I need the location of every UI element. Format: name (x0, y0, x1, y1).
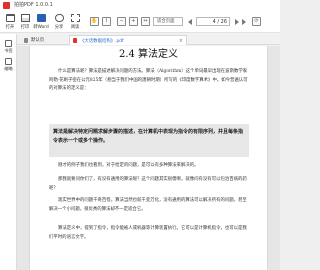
zoom-out-button[interactable]: − (117, 17, 126, 26)
print-label: 打印 (20, 25, 30, 30)
paragraph: 算法定义中，提到了指令，指令能被人或机器等计算装置执行。它可以是计算机指令，也可… (49, 226, 247, 240)
zoom-out-icon: − (119, 18, 124, 24)
app-title: 拍拍PDF 1.0.0.1 (14, 2, 53, 8)
bookmark-icon (5, 40, 12, 47)
share-label: 分享 (54, 25, 64, 30)
print-icon (20, 14, 30, 22)
tab-bar: 默认页 《大话数据结构》.pdf × (17, 34, 280, 45)
view-icon (70, 14, 80, 22)
zoom-in-button[interactable]: + (129, 17, 138, 26)
open-button[interactable]: 打开 (2, 14, 18, 32)
select-tool-button[interactable]: I (102, 17, 111, 26)
sidebar-item-bookmarks[interactable]: 书签 (1, 40, 16, 54)
to-word-label: 转Word (33, 25, 49, 30)
paragraph: 那我就要问你们了，有没有通用的算法呢？这个问题其实很傻啊，就像问有没有可以包治百… (49, 177, 247, 191)
fit-width-button[interactable]: ↔ (141, 17, 150, 26)
share-button[interactable]: 分享 (51, 14, 67, 32)
sidebar-item-thumbnails[interactable]: 缩略 (1, 58, 16, 72)
cursor-icon: I (105, 18, 108, 24)
view-button[interactable]: 阅读 (67, 14, 83, 32)
title-bar: 拍拍PDF 1.0.0.1 (0, 0, 280, 11)
sidebar-item-label: 书签 (4, 48, 13, 53)
fit-width-icon: ↔ (143, 18, 148, 24)
sidebar-item-label: 缩略 (4, 66, 13, 71)
thumbnail-icon (5, 58, 12, 65)
to-word-button[interactable]: 转Word (33, 14, 49, 32)
next-page-icon[interactable] (235, 19, 239, 25)
current-page: 4 (212, 19, 216, 25)
app-logo-icon (3, 2, 10, 9)
paragraph: 刚才的例子我们也看到，对于给定的问题，是可以有多种算法来解决的。 (58, 163, 199, 168)
tab-home[interactable]: 默认页 (21, 35, 65, 45)
rotate-icon: ⟳ (254, 18, 259, 24)
paragraph: 什么是算法呢？算法是描述解决问题的方法。算法（Algorithm）这个单词最早出… (49, 69, 248, 91)
left-sidebar: 书签 缩略 (0, 34, 17, 270)
close-icon[interactable]: × (179, 38, 183, 44)
pdf-icon (73, 38, 77, 43)
open-label: 打开 (5, 25, 15, 30)
hand-tool-button[interactable]: ✋ (90, 17, 99, 26)
definition-box: 算法是解决特定问题求解步骤的描述，在计算机中表现为指令的有限序列，并且每条指令表… (49, 124, 249, 157)
section-title: 2.4 算法定义 (118, 49, 179, 60)
zoom-select[interactable]: 适合页面 (153, 17, 183, 26)
tab-document[interactable]: 《大话数据结构》.pdf × (69, 35, 187, 45)
rotate-button[interactable]: ⟳ (252, 17, 261, 26)
app-window: 拍拍PDF 1.0.0.1 打开 打印 转Word 分享 阅读 ✋ I − + … (0, 0, 280, 270)
prev-page-icon[interactable] (188, 19, 192, 25)
pdf-page: 2.4 算法定义 什么是算法呢？算法是描述解决问题的方法。算法（Algorith… (30, 46, 267, 270)
paragraph: 现实世界中的问题千奇百怪，算法当然也就千变万化，没有通用的算法可以解决所有的问题… (49, 198, 247, 212)
home-icon (24, 37, 28, 43)
last-page-icon[interactable] (242, 19, 246, 25)
toolbar: 打开 打印 转Word 分享 阅读 ✋ I − + ↔ 适合页面 4 / 26 … (0, 11, 280, 33)
zoom-in-icon: + (131, 18, 136, 24)
word-icon (36, 14, 46, 22)
document-viewport[interactable]: 2.4 算法定义 什么是算法呢？算法是描述解决问题的方法。算法（Algorith… (17, 46, 280, 270)
view-label: 阅读 (70, 25, 80, 30)
page-number-input[interactable]: 4 / 26 (196, 17, 230, 26)
tab-label: 《大话数据结构》.pdf (80, 38, 124, 44)
open-icon (5, 14, 15, 22)
share-icon (54, 14, 64, 22)
tab-label: 默认页 (31, 38, 45, 43)
print-button[interactable]: 打印 (17, 14, 33, 32)
hand-icon: ✋ (91, 18, 98, 24)
total-pages: / 26 (217, 19, 227, 25)
